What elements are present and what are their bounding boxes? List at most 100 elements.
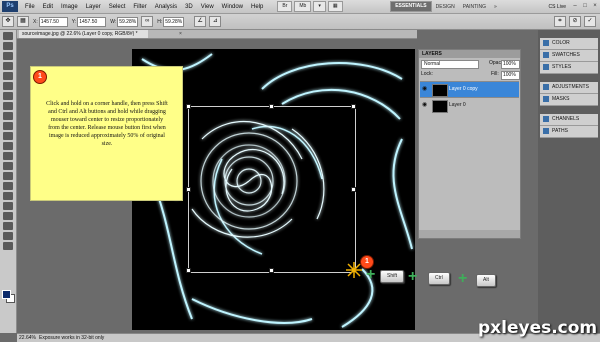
close-document-icon[interactable]: × (179, 30, 182, 38)
zoom-level-button[interactable]: ▾ (313, 1, 326, 12)
menu-file[interactable]: File (21, 4, 39, 10)
healing-tool-icon[interactable] (3, 92, 13, 100)
callout-text: Click and hold on a corner handle, then … (46, 101, 168, 147)
foreground-color-swatch[interactable] (2, 290, 11, 299)
layers-panel-footer (419, 230, 520, 238)
path-select-tool-icon[interactable] (3, 192, 13, 200)
lasso-tool-icon[interactable] (3, 52, 13, 60)
opacity-field[interactable]: 100% (501, 60, 520, 69)
commit-transform-icon[interactable]: ✓ (584, 16, 596, 27)
layers-title[interactable]: LAYERS (422, 50, 442, 58)
layer-row-layer-0-copy[interactable]: ◉ Layer 0 copy (420, 81, 519, 97)
instruction-callout: 1 Click and hold on a corner handle, the… (30, 66, 183, 201)
link-icon[interactable]: ∞ (141, 16, 154, 27)
eyedropper-tool-icon[interactable] (3, 82, 13, 90)
rotate-icon[interactable]: ∠ (194, 16, 207, 27)
workspace-more[interactable]: » (490, 4, 501, 10)
transform-handle-top[interactable] (269, 104, 274, 109)
dock-item-adjustments[interactable]: ADJUSTMENTS (540, 82, 598, 94)
y-field[interactable]: 1457.50 (77, 16, 107, 27)
menu-view[interactable]: View (197, 4, 218, 10)
layer-name: Layer 0 copy (449, 86, 478, 92)
swatches-icon (543, 51, 549, 58)
dock-item-color[interactable]: COLOR (540, 38, 598, 50)
workspace-essentials[interactable]: ESSENTIALS (390, 1, 432, 12)
visibility-eye-icon[interactable]: ◉ (422, 102, 429, 108)
skew-icon[interactable]: ⊿ (209, 16, 222, 27)
close-icon[interactable]: × (590, 2, 600, 11)
maximize-icon[interactable]: □ (580, 2, 590, 11)
reference-point-icon[interactable]: ▦ (17, 16, 29, 27)
dock-item-swatches[interactable]: SWATCHES (540, 50, 598, 62)
x-field[interactable]: 1457.50 (38, 16, 68, 27)
move-tool-icon[interactable]: ✥ (2, 16, 14, 27)
zoom-tool-icon[interactable] (3, 242, 13, 250)
menu-analysis[interactable]: Analysis (151, 4, 181, 10)
color-icon (543, 39, 549, 46)
warp-icon[interactable]: ⌗ (554, 16, 566, 27)
menu-edit[interactable]: Edit (39, 4, 57, 10)
pen-tool-icon[interactable] (3, 172, 13, 180)
transform-bounding-box[interactable] (186, 104, 356, 273)
plus-sign: + (458, 270, 468, 287)
transform-handle-top-left[interactable] (186, 104, 191, 109)
menu-bar: Ps File Edit Image Layer Select Filter A… (0, 0, 600, 14)
ctrl-key: Ctrl (428, 272, 450, 285)
layer-row-layer-0[interactable]: ◉ Layer 0 (420, 97, 519, 113)
transform-handle-left[interactable] (186, 187, 191, 192)
blend-mode-select[interactable]: Normal (421, 60, 479, 69)
visibility-eye-icon[interactable]: ◉ (422, 86, 429, 92)
menu-layer[interactable]: Layer (82, 4, 105, 10)
dodge-tool-icon[interactable] (3, 162, 13, 170)
move-tool-icon[interactable] (3, 32, 13, 40)
workspace-painting[interactable]: PAINTING (459, 4, 490, 10)
minimize-icon[interactable]: – (570, 2, 580, 11)
menu-image[interactable]: Image (57, 4, 82, 10)
layers-panel: LAYERS Normal Opacity: 100% Lock: Fill: … (418, 49, 521, 239)
shape-tool-icon[interactable] (3, 202, 13, 210)
width-field[interactable]: 59.28% (117, 16, 139, 27)
clone-stamp-tool-icon[interactable] (3, 112, 13, 120)
history-brush-tool-icon[interactable] (3, 122, 13, 130)
arrange-documents-button[interactable]: ▦ (327, 1, 343, 12)
blur-tool-icon[interactable] (3, 152, 13, 160)
type-tool-icon[interactable] (3, 182, 13, 190)
fill-field[interactable]: 100% (501, 71, 520, 80)
marquee-tool-icon[interactable] (3, 42, 13, 50)
brush-tool-icon[interactable] (3, 102, 13, 110)
w-label: W: (110, 18, 117, 25)
eraser-tool-icon[interactable] (3, 132, 13, 140)
hand-tool-icon[interactable] (3, 232, 13, 240)
menu-help[interactable]: Help (247, 4, 267, 10)
3d-rotate-tool-icon[interactable] (3, 212, 13, 220)
transform-handle-bottom-left[interactable] (186, 268, 191, 273)
height-field[interactable]: 59.28% (163, 16, 185, 27)
transform-handle-top-right[interactable] (351, 104, 356, 109)
dock-item-styles[interactable]: STYLES (540, 62, 598, 74)
document-tab[interactable]: sourceimage.jpg @ 22.6% (Layer 0 copy, R… (19, 30, 148, 38)
menu-select[interactable]: Select (105, 4, 130, 10)
gradient-tool-icon[interactable] (3, 142, 13, 150)
menu-window[interactable]: Window (218, 4, 247, 10)
workspace-design[interactable]: DESIGN (432, 4, 459, 10)
plus-sign: + (408, 268, 418, 285)
dock-item-masks[interactable]: MASKS (540, 94, 598, 106)
crop-tool-icon[interactable] (3, 72, 13, 80)
document-tab-bar: sourceimage.jpg @ 22.6% (Layer 0 copy, R… (17, 30, 417, 39)
dock-item-paths[interactable]: PATHS (540, 126, 598, 138)
cs-live-button[interactable]: CS Live (548, 4, 566, 10)
cancel-transform-icon[interactable]: ⊘ (569, 16, 581, 27)
bridge-button[interactable]: Br (277, 1, 293, 12)
menu-filter[interactable]: Filter (129, 4, 150, 10)
dock-item-channels[interactable]: CHANNELS (540, 114, 598, 126)
minibridge-button[interactable]: Mb (294, 1, 312, 12)
3d-orbit-tool-icon[interactable] (3, 222, 13, 230)
layer-thumbnail (432, 84, 448, 97)
transform-handle-right[interactable] (351, 187, 356, 192)
transform-handle-bottom[interactable] (269, 268, 274, 273)
menu-3d[interactable]: 3D (181, 4, 197, 10)
x-label: X: (33, 18, 38, 25)
layers-panel-header: LAYERS (419, 50, 520, 58)
watermark: pxleyes.com (478, 318, 598, 338)
quick-select-tool-icon[interactable] (3, 62, 13, 70)
